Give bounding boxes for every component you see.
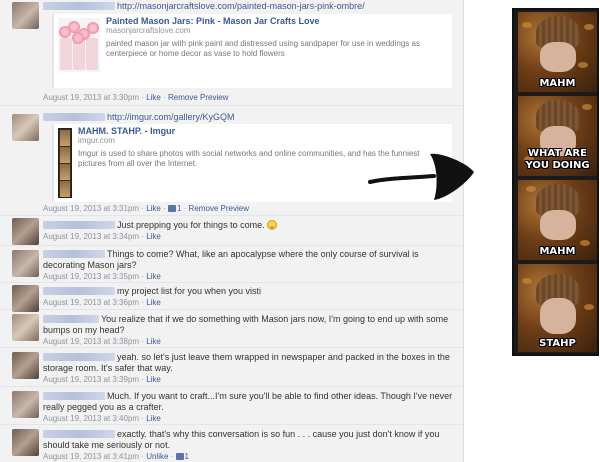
timestamp: August 19, 2013 at 3:38pm <box>43 337 140 346</box>
avatar[interactable] <box>12 352 39 379</box>
timestamp: August 19, 2013 at 3:41pm <box>43 452 140 461</box>
message-meta: August 19, 2013 at 3:31pm · Like · 1 · R… <box>43 204 250 213</box>
redacted-name <box>43 221 115 229</box>
message-body: yeah. so let's just leave them wrapped i… <box>43 352 450 384</box>
message-item: Just prepping you for things to come. Au… <box>0 216 463 246</box>
redacted-name <box>43 113 105 121</box>
meme-panel: WHAT ARE YOU DOING <box>518 96 597 176</box>
avatar[interactable] <box>12 114 39 141</box>
avatar[interactable] <box>12 2 39 29</box>
arrow-annotation <box>368 153 474 200</box>
timestamp: August 19, 2013 at 3:39pm <box>43 375 140 384</box>
meme-caption: MAHM <box>539 246 576 257</box>
message-item: my project list for you when you visti A… <box>0 283 463 312</box>
message-item: Much. If you want to craft...I'm sure yo… <box>0 387 463 425</box>
timestamp: August 19, 2013 at 3:36pm <box>43 298 140 307</box>
meme-image: MAHM WHAT ARE YOU DOING MAHM STAHP <box>512 8 599 356</box>
redacted-name <box>43 315 99 323</box>
timestamp: August 19, 2013 at 3:34pm <box>43 232 140 241</box>
preview-thumbnail[interactable] <box>58 18 100 72</box>
redacted-name <box>43 287 115 295</box>
message-body: Just prepping you for things to come. Au… <box>43 220 458 242</box>
timestamp: August 19, 2013 at 3:31pm <box>43 204 140 213</box>
message-item: Things to come? What, like an apocalypse… <box>0 246 463 283</box>
message-thread: http://masonjarcraftslove.com/painted-ma… <box>0 0 464 462</box>
timestamp: August 19, 2013 at 3:35pm <box>43 272 140 281</box>
redacted-name <box>43 2 115 10</box>
smiley-icon <box>266 220 277 230</box>
meme-panel: MAHM <box>518 12 597 92</box>
like-link[interactable]: Like <box>146 414 161 423</box>
timestamp: August 19, 2013 at 3:40pm <box>43 414 140 423</box>
message-text: Just prepping you for things to come. <box>117 220 265 230</box>
thumbs-up-icon <box>175 453 184 460</box>
redacted-name <box>43 430 115 438</box>
message-text: my project list for you when you visti <box>117 286 262 296</box>
preview-description: painted mason jar with pink paint and di… <box>106 39 420 58</box>
message-item: yeah. so let's just leave them wrapped i… <box>0 348 463 387</box>
post-link[interactable]: http://masonjarcraftslove.com/painted-ma… <box>117 1 365 11</box>
timestamp: August 19, 2013 at 3:30pm <box>43 93 140 102</box>
avatar[interactable] <box>12 314 39 341</box>
avatar[interactable] <box>12 250 39 277</box>
avatar[interactable] <box>12 285 39 312</box>
message-body: Much. If you want to craft...I'm sure yo… <box>43 391 453 423</box>
message-item: http://masonjarcraftslove.com/painted-ma… <box>0 0 463 106</box>
like-link[interactable]: Like <box>146 298 161 307</box>
avatar[interactable] <box>12 391 39 418</box>
meme-panel: STAHP <box>518 264 597 352</box>
like-link[interactable]: Like <box>146 93 161 102</box>
meme-panel: MAHM <box>518 180 597 260</box>
like-link[interactable]: Like <box>146 272 161 281</box>
meme-caption: STAHP <box>539 338 576 349</box>
remove-preview-link[interactable]: Remove Preview <box>189 204 249 213</box>
link-preview[interactable]: Painted Mason Jars: Pink - Mason Jar Cra… <box>52 14 452 88</box>
message-item: You realize that if we do something with… <box>0 310 463 348</box>
like-link[interactable]: Like <box>146 375 161 384</box>
meme-caption: WHAT ARE YOU DOING <box>525 148 590 171</box>
remove-preview-link[interactable]: Remove Preview <box>168 93 228 102</box>
like-link[interactable]: Like <box>146 232 161 241</box>
preview-domain: masonjarcraftslove.com <box>106 26 191 35</box>
redacted-name <box>43 392 105 400</box>
avatar[interactable] <box>12 429 39 456</box>
redacted-name <box>43 250 105 258</box>
message-body: http://imgur.com/gallery/KyGQM <box>43 112 458 123</box>
message-item: exactly. that's why this conversation is… <box>0 425 463 462</box>
preview-thumbnail[interactable] <box>58 128 72 198</box>
unlike-link[interactable]: Unlike <box>146 452 168 461</box>
like-link[interactable]: Like <box>146 204 161 213</box>
post-link[interactable]: http://imgur.com/gallery/KyGQM <box>107 112 235 122</box>
preview-domain: imgur.com <box>78 136 115 145</box>
message-body: my project list for you when you visti A… <box>43 286 262 307</box>
message-text: You realize that if we do something with… <box>43 314 449 335</box>
like-count[interactable]: 1 <box>185 452 189 461</box>
redacted-name <box>43 353 115 361</box>
preview-title[interactable]: Painted Mason Jars: Pink - Mason Jar Cra… <box>106 16 446 26</box>
thumbs-up-icon <box>167 205 176 212</box>
avatar[interactable] <box>12 218 39 245</box>
message-meta: August 19, 2013 at 3:30pm · Like · Remov… <box>43 93 229 102</box>
message-body: You realize that if we do something with… <box>43 314 449 346</box>
like-link[interactable]: Like <box>146 337 161 346</box>
message-body: http://masonjarcraftslove.com/painted-ma… <box>43 1 458 12</box>
message-body: Things to come? What, like an apocalypse… <box>43 249 419 281</box>
preview-title[interactable]: MAHM. STAHP. - Imgur <box>78 126 448 136</box>
meme-caption: MAHM <box>539 78 576 89</box>
message-body: exactly. that's why this conversation is… <box>43 429 440 461</box>
